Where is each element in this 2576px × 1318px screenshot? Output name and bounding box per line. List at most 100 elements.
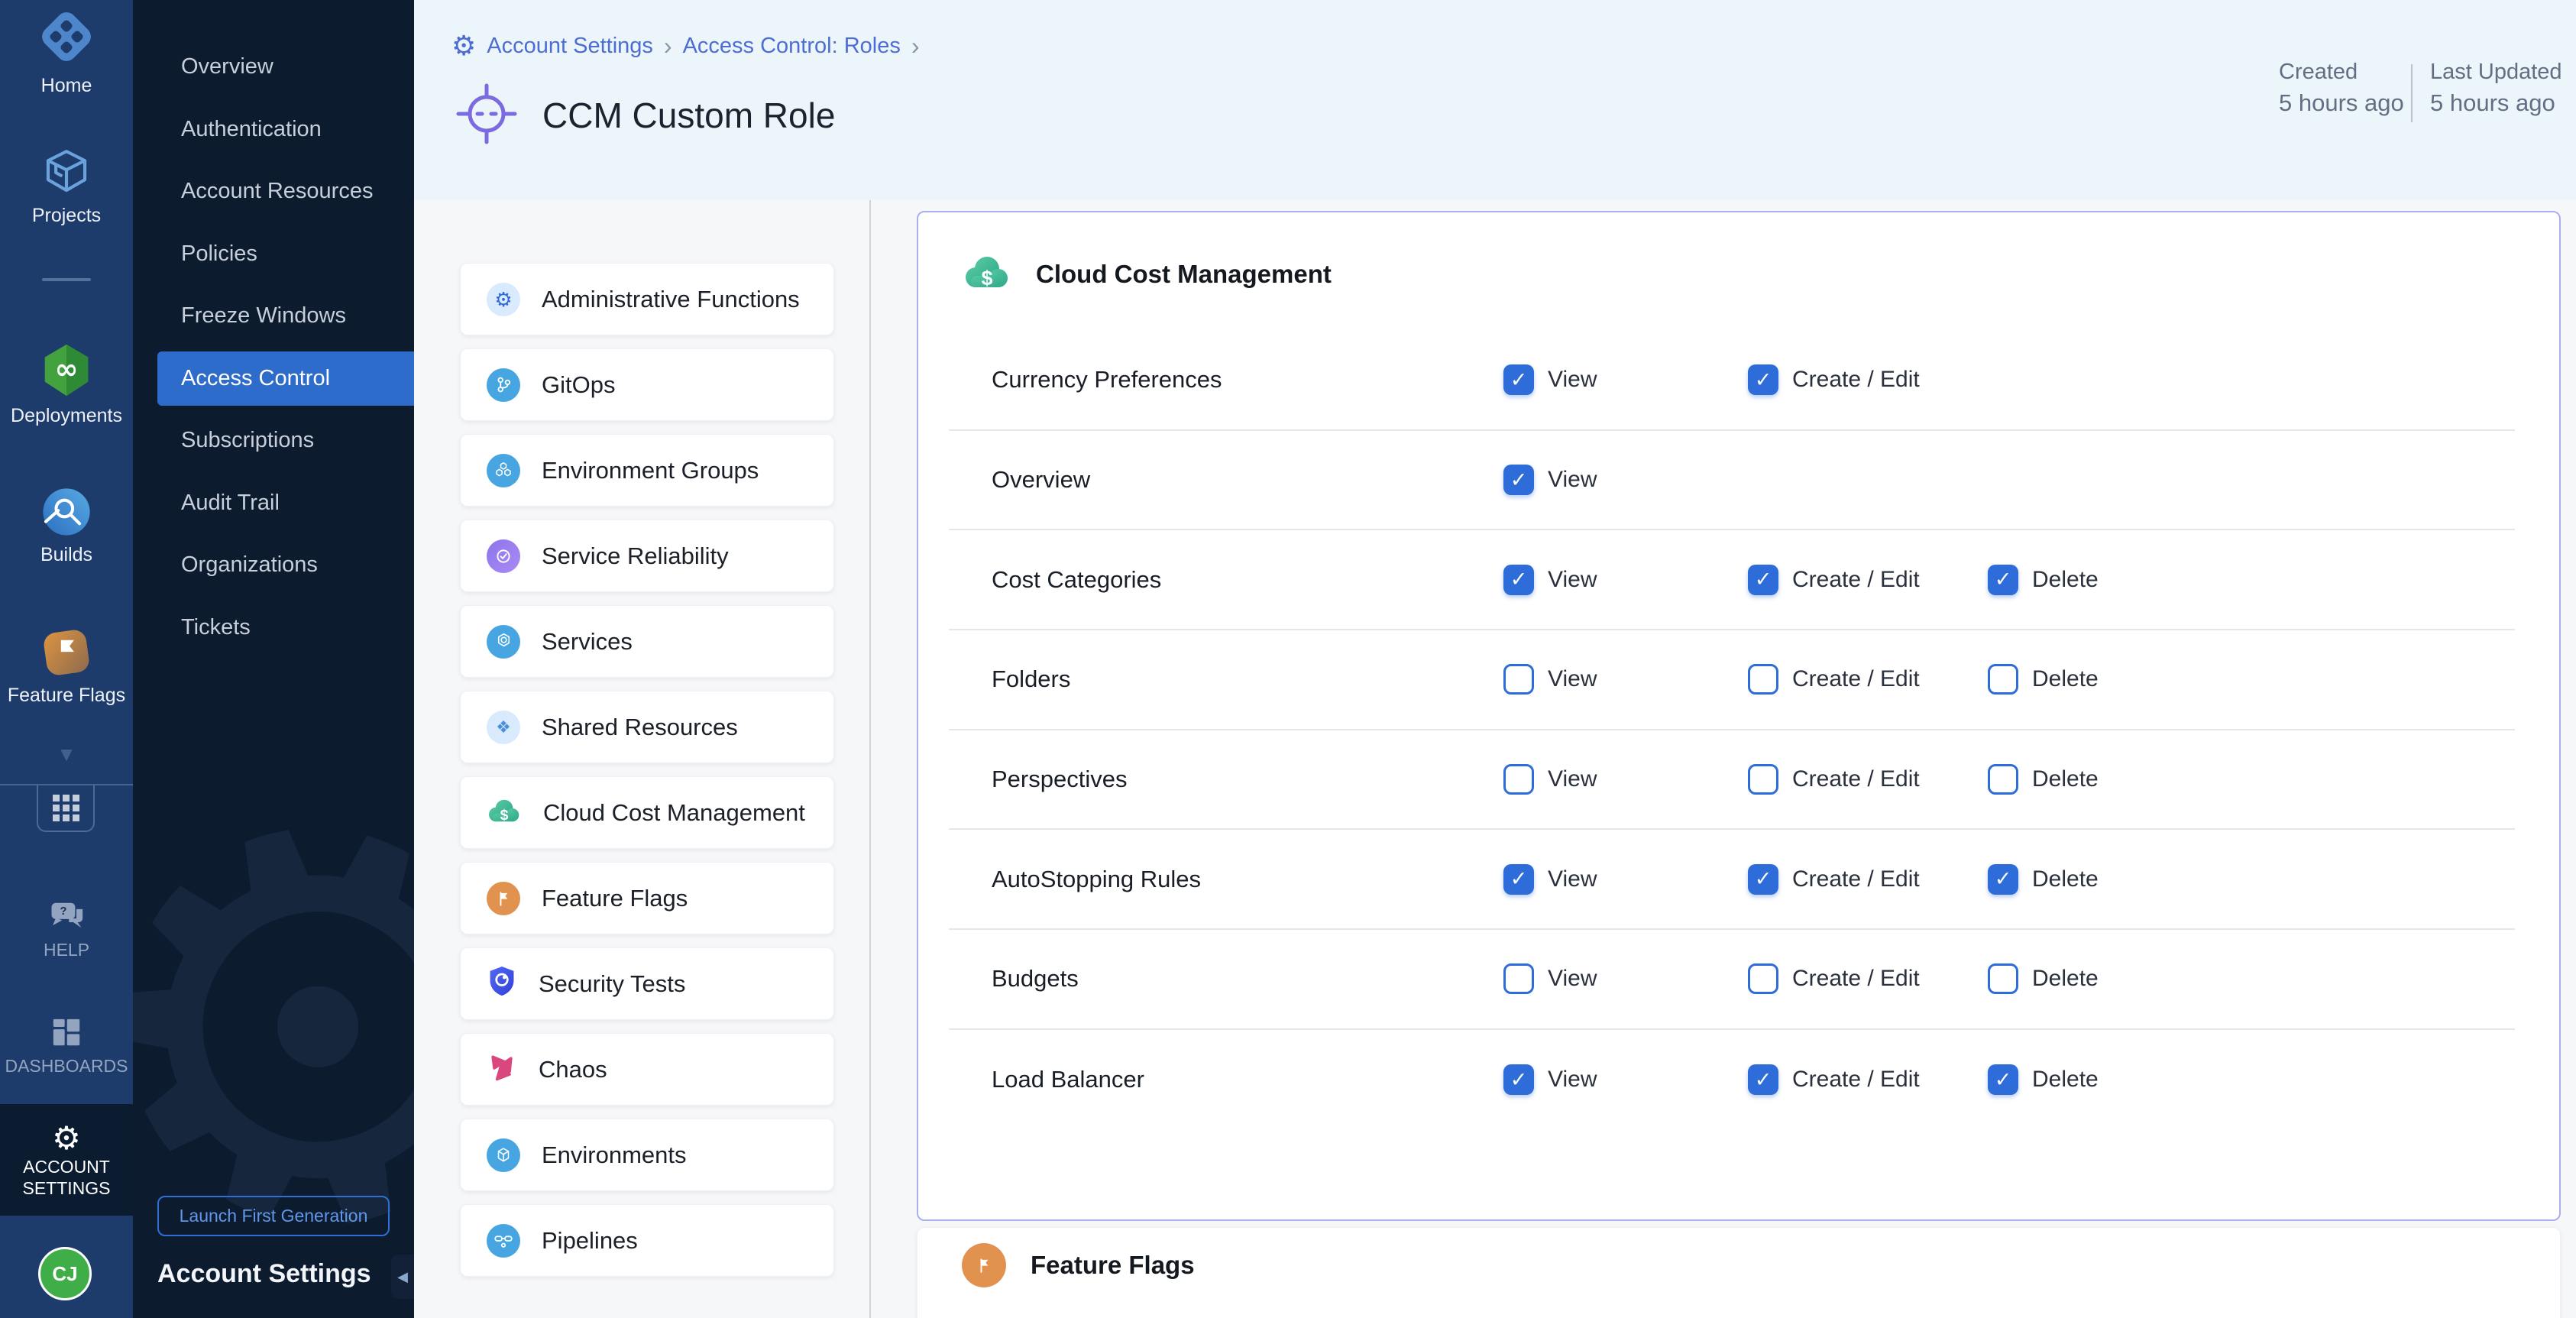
app-window: ▼ Home Projects ∞Deployments Builds Feature … — [0, 0, 2576, 1318]
meta-divider — [2411, 64, 2413, 122]
permission-name: Folders — [992, 630, 1070, 729]
resource-group-card-security-tests[interactable]: Security Tests — [460, 947, 834, 1020]
checked-checkbox[interactable]: ✓ — [1748, 565, 1778, 595]
user-avatar[interactable]: CJ — [38, 1247, 92, 1300]
unchecked-checkbox[interactable] — [1748, 764, 1778, 795]
unchecked-checkbox[interactable] — [1988, 764, 2018, 795]
resource-group-card-service-reliability[interactable]: Service Reliability — [460, 520, 834, 592]
checkbox-label: Delete — [2032, 966, 2099, 992]
collapse-sidebar-button[interactable]: ◀ — [391, 1255, 414, 1299]
unchecked-checkbox[interactable] — [1748, 963, 1778, 994]
rail-item-projects[interactable]: Projects — [0, 144, 133, 227]
unchecked-checkbox[interactable] — [1503, 764, 1534, 795]
checked-checkbox[interactable]: ✓ — [1748, 864, 1778, 895]
rail-item-builds[interactable]: Builds — [0, 484, 133, 566]
menu-title: Account Settings — [157, 1259, 371, 1289]
checkbox-label: View — [1548, 467, 1597, 493]
menu-item-policies[interactable]: Policies — [133, 223, 414, 286]
resource-group-card-cloud-cost-management[interactable]: $Cloud Cost Management — [460, 776, 834, 849]
breadcrumb-link-account-settings[interactable]: Account Settings — [487, 34, 653, 59]
account-settings-menu: ⚙ OverviewAuthenticationAccount Resource… — [133, 0, 414, 1318]
module-switcher-button[interactable] — [37, 785, 95, 832]
svg-text:$: $ — [500, 808, 509, 824]
sidebar-item-account-settings[interactable]: ⚙ ACCOUNT SETTINGS — [0, 1104, 133, 1216]
created-meta: Created 5 hours ago — [2279, 58, 2404, 121]
permission-name: Load Balancer — [992, 1030, 1144, 1130]
checked-checkbox[interactable]: ✓ — [1503, 864, 1534, 895]
feature-flags-flag-icon — [487, 882, 520, 915]
permission-cell-view: View — [1503, 930, 1597, 1028]
checked-checkbox[interactable]: ✓ — [1503, 565, 1534, 595]
resource-group-card-administrative-functions[interactable]: ⚙Administrative Functions — [460, 263, 834, 335]
menu-item-freeze-windows[interactable]: Freeze Windows — [133, 285, 414, 348]
resource-group-card-gitops[interactable]: GitOps — [460, 348, 834, 421]
unchecked-checkbox[interactable] — [1988, 963, 2018, 994]
checked-checkbox[interactable]: ✓ — [1503, 465, 1534, 495]
launch-first-generation-button[interactable]: Launch First Generation — [157, 1196, 390, 1236]
checkbox-label: Create / Edit — [1792, 866, 1920, 892]
svg-text:?: ? — [60, 905, 66, 918]
menu-item-subscriptions[interactable]: Subscriptions — [133, 410, 414, 472]
page-title: CCM Custom Role — [542, 95, 835, 136]
permission-cell-view: ✓ View — [1503, 530, 1597, 629]
resource-group-card-services[interactable]: Services — [460, 605, 834, 678]
rail-item-home[interactable]: Home — [0, 3, 133, 97]
builds-circle-icon — [0, 484, 133, 539]
rail-item-feature-flags[interactable]: Feature Flags — [0, 625, 133, 707]
resource-group-card-chaos[interactable]: Chaos — [460, 1033, 834, 1106]
checked-checkbox[interactable]: ✓ — [1988, 864, 2018, 895]
permission-cell-view: ✓View — [1503, 331, 1597, 429]
resource-group-card-feature-flags[interactable]: Feature Flags — [460, 862, 834, 934]
rail-item-deployments[interactable]: ∞Deployments — [0, 341, 133, 427]
menu-item-audit-trail[interactable]: Audit Trail — [133, 472, 414, 535]
rail-more-chevron-down-icon[interactable]: ▼ — [0, 743, 133, 766]
last-updated-value: 5 hours ago — [2430, 86, 2562, 121]
checked-checkbox[interactable]: ✓ — [1748, 1064, 1778, 1095]
permission-cell-create-edit: Create / Edit — [1748, 930, 1920, 1028]
checked-checkbox[interactable]: ✓ — [1503, 1064, 1534, 1095]
panel-header: $ Cloud Cost Management — [963, 251, 1332, 297]
unchecked-checkbox[interactable] — [1748, 664, 1778, 695]
permission-cell-create-edit: Create / Edit — [1748, 730, 1920, 829]
menu-item-account-resources[interactable]: Account Resources — [133, 160, 414, 223]
service-reliability-icon — [487, 539, 520, 573]
unchecked-checkbox[interactable] — [1503, 664, 1534, 695]
menu-item-tickets[interactable]: Tickets — [133, 597, 414, 659]
permission-cell-view: View — [1503, 730, 1597, 829]
menu-item-overview[interactable]: Overview — [133, 36, 414, 99]
permission-cell-delete: Delete — [1988, 730, 2099, 829]
resource-group-card-environment-groups[interactable]: Environment Groups — [460, 434, 834, 507]
sidebar-item-dashboards[interactable]: DASHBOARDS — [0, 1013, 133, 1077]
menu-item-authentication[interactable]: Authentication — [133, 99, 414, 161]
checkbox-label: Create / Edit — [1792, 367, 1920, 393]
resource-group-card-pipelines[interactable]: Pipelines — [460, 1204, 834, 1277]
gitops-branch-icon — [487, 368, 520, 402]
permission-name: Overview — [992, 431, 1090, 529]
checked-checkbox[interactable]: ✓ — [1988, 565, 2018, 595]
resource-group-card-shared-resources[interactable]: ❖Shared Resources — [460, 691, 834, 763]
sidebar-item-help[interactable]: ? HELP — [0, 895, 133, 960]
breadcrumb-link-access-control-roles[interactable]: Access Control: Roles — [683, 34, 901, 59]
permission-cell-view: ✓ View — [1503, 431, 1597, 529]
menu-item-organizations[interactable]: Organizations — [133, 534, 414, 597]
gear-icon: ⚙ — [52, 1121, 81, 1156]
checked-checkbox[interactable]: ✓ — [1503, 364, 1534, 395]
role-crosshair-icon — [455, 82, 519, 150]
checkbox-label: View — [1548, 567, 1597, 593]
unchecked-checkbox[interactable] — [1988, 664, 2018, 695]
checked-checkbox[interactable]: ✓ — [1748, 364, 1778, 395]
panel-header: Feature Flags — [962, 1243, 1195, 1287]
unchecked-checkbox[interactable] — [1503, 963, 1534, 994]
checkbox-label: Create / Edit — [1792, 567, 1920, 593]
permission-name: Budgets — [992, 930, 1079, 1028]
checked-checkbox[interactable]: ✓ — [1988, 1064, 2018, 1095]
resource-group-card-environments[interactable]: Environments — [460, 1119, 834, 1191]
resource-group-label: Administrative Functions — [542, 286, 800, 313]
menu-item-access-control[interactable]: Access Control — [157, 351, 414, 406]
permission-name: Perspectives — [992, 730, 1127, 829]
svg-text:$: $ — [981, 267, 992, 290]
resource-group-label: Environment Groups — [542, 457, 759, 484]
last-updated-meta: Last Updated 5 hours ago — [2430, 58, 2562, 121]
permission-row-folders: FoldersViewCreate / EditDelete — [949, 630, 2515, 730]
permission-row-currency-preferences: Currency Preferences✓View✓Create / Edit — [949, 331, 2515, 431]
